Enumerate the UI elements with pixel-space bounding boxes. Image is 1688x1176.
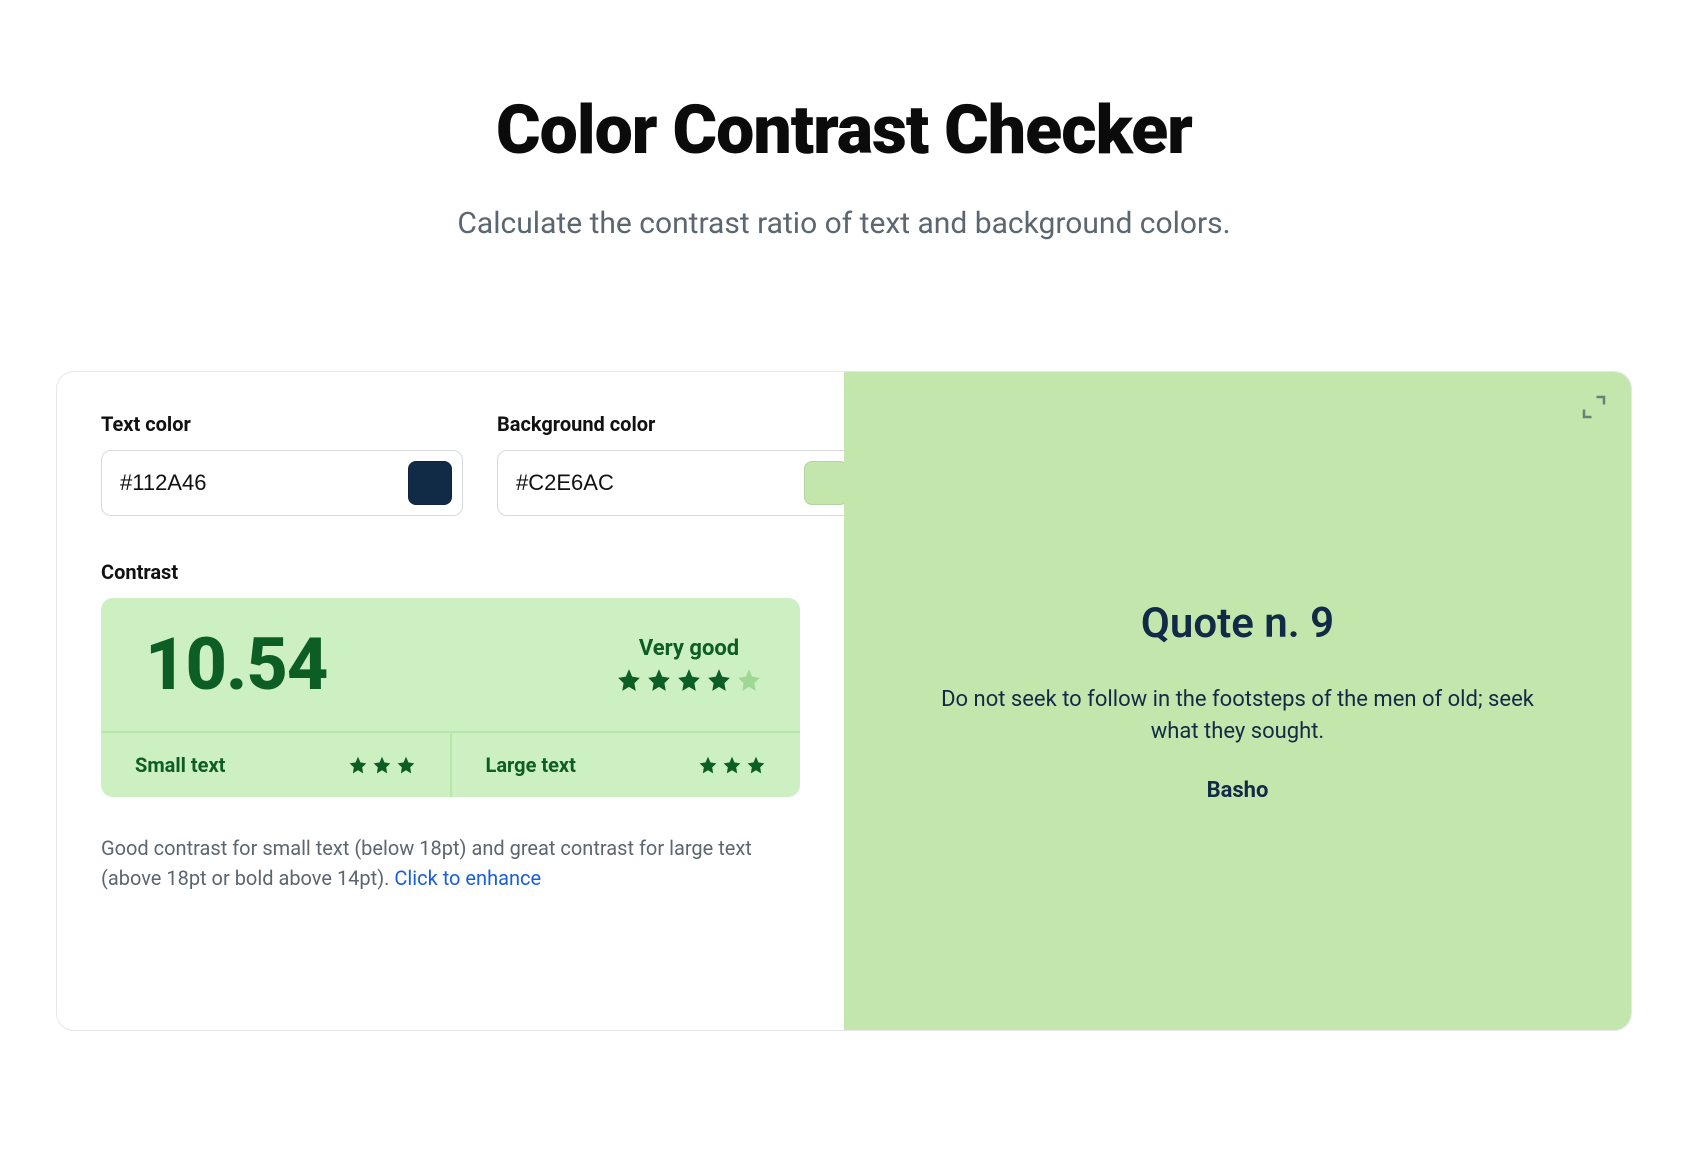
contrast-ratio-value: 10.54 [145,622,327,707]
background-color-field: Background color [497,412,859,516]
rating-label: Very good [616,636,762,661]
star-icon [698,755,718,775]
rating-stars [616,667,762,693]
large-text-label: Large text [486,753,576,777]
small-text-cell: Small text [101,733,450,797]
contrast-description: Good contrast for small text (below 18pt… [101,833,761,893]
star-icon [746,755,766,775]
small-text-stars [348,755,416,775]
background-color-swatch[interactable] [804,461,848,505]
small-text-label: Small text [135,753,225,777]
star-icon [646,667,672,693]
expand-icon [1579,392,1609,422]
page-title: Color Contrast Checker [0,90,1688,170]
star-icon [676,667,702,693]
text-color-swatch[interactable] [408,461,452,505]
text-color-input[interactable] [120,470,408,496]
background-color-input-wrap [497,450,859,516]
preview-title: Quote n. 9 [1141,599,1334,648]
star-icon [616,667,642,693]
expand-button[interactable] [1579,392,1609,422]
text-color-field: Text color [101,412,463,516]
contrast-box: 10.54 Very good Small text Large text [101,598,800,797]
preview-body: Do not seek to follow in the footsteps o… [918,684,1558,748]
star-icon [736,667,762,693]
star-icon [722,755,742,775]
page-subtitle: Calculate the contrast ratio of text and… [0,206,1688,241]
background-color-input[interactable] [516,470,804,496]
rating-block: Very good [616,636,762,693]
background-color-label: Background color [497,412,859,436]
star-icon [396,755,416,775]
star-icon [348,755,368,775]
controls-panel: Text color Background color Contrast [57,372,844,1030]
star-icon [706,667,732,693]
preview-author: Basho [1207,778,1269,803]
star-icon [372,755,392,775]
text-color-label: Text color [101,412,463,436]
large-text-cell: Large text [450,733,801,797]
checker-card: Text color Background color Contrast [56,371,1632,1031]
text-color-input-wrap [101,450,463,516]
enhance-link[interactable]: Click to enhance [394,866,541,890]
contrast-section-label: Contrast [101,560,800,584]
large-text-stars [698,755,766,775]
preview-panel: Quote n. 9 Do not seek to follow in the … [844,372,1631,1030]
